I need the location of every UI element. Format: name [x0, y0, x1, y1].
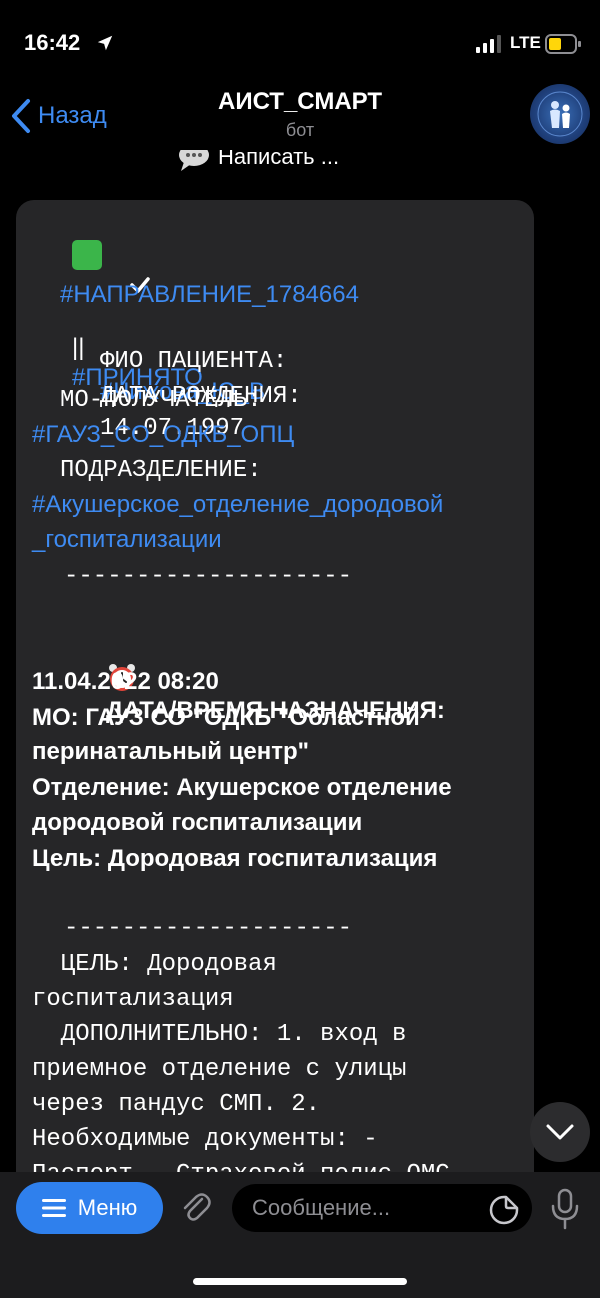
back-button[interactable]: Назад: [10, 96, 107, 136]
location-arrow-icon: [97, 35, 113, 51]
signal-bars-icon: [476, 35, 501, 53]
status-time: 16:42: [24, 30, 81, 55]
goal-line: Цель: Дородовая госпитализация: [32, 845, 438, 872]
stork-logo-icon: [537, 91, 583, 137]
department-label: ПОДРАЗДЕЛЕНИЕ:: [60, 457, 262, 484]
write-label: Написать ...: [218, 150, 340, 169]
microphone-icon[interactable]: [550, 1188, 580, 1230]
chevron-down-icon: [546, 1124, 574, 1140]
paperclip-icon[interactable]: [178, 1190, 214, 1226]
nav-bar: АИСТ_СМАРТ бот Назад: [0, 84, 600, 150]
goal2-line-2: госпитализация: [32, 986, 234, 1013]
status-bar: 16:42 LTE: [0, 0, 600, 88]
speech-bubble-icon: [179, 150, 209, 171]
mo-line-2: перинатальный центр": [32, 738, 310, 765]
avatar[interactable]: [530, 84, 590, 144]
direction-hashtag[interactable]: #НАПРАВЛЕНИЕ_1784664: [60, 280, 359, 310]
chat-area[interactable]: Написать ... || #ПРИНЯТО #НАПРАВЛЕНИЕ_17…: [0, 150, 600, 1172]
mo-receiver-hashtag[interactable]: #ГАУЗ_СО_ОДКБ_ОПЦ: [32, 420, 294, 450]
mo-line-1: МО: ГАУЗ СО "ОДКБ "Областной: [32, 704, 420, 731]
divider-1: --------------------: [64, 563, 353, 590]
chevron-left-icon: [12, 99, 30, 133]
back-label: Назад: [38, 102, 107, 129]
input-bar: Меню: [0, 1172, 600, 1298]
menu-button[interactable]: Меню: [16, 1182, 163, 1234]
menu-label: Меню: [77, 1195, 138, 1220]
department-line-1: Отделение: Акушерское отделение: [32, 774, 452, 801]
divider-2: --------------------: [64, 915, 353, 942]
extra-line-1: ДОПОЛНИТЕЛЬНО: 1. вход в: [32, 1021, 407, 1048]
department-hashtag[interactable]: #Акушерское_отделение_дородовой: [32, 490, 443, 520]
sticker-icon[interactable]: [488, 1194, 520, 1226]
check-mark-icon: [72, 240, 151, 293]
department-line-2: дородовой госпитализации: [32, 809, 363, 836]
extra-line-5: Паспорт - Страховой полис ОМС: [32, 1160, 450, 1172]
scroll-down-button[interactable]: [530, 1102, 590, 1162]
extra-line-4: Необходимые документы: -: [32, 1126, 378, 1153]
extra-line-2: приемное отделение с улицы: [32, 1056, 407, 1083]
department-hashtag-cont[interactable]: _госпитализации: [32, 525, 222, 555]
hamburger-icon: [41, 1199, 66, 1217]
write-prompt[interactable]: Написать ...: [178, 150, 339, 172]
message-input[interactable]: [232, 1184, 532, 1232]
network-type: LTE: [510, 33, 541, 52]
home-indicator: [193, 1278, 407, 1285]
appointment-value: 11.04.2022 08:20: [32, 668, 219, 695]
battery-icon: [545, 34, 581, 54]
goal2-line-1: ЦЕЛЬ: Дородовая: [32, 951, 277, 978]
extra-line-3: через пандус СМП. 2.: [32, 1091, 321, 1118]
mo-receiver-label: МО-ПОЛУЧАТЕЛЬ:: [60, 387, 262, 414]
message-bubble: || #ПРИНЯТО #НАПРАВЛЕНИЕ_1784664 ФИО ПАЦ…: [16, 200, 534, 1172]
